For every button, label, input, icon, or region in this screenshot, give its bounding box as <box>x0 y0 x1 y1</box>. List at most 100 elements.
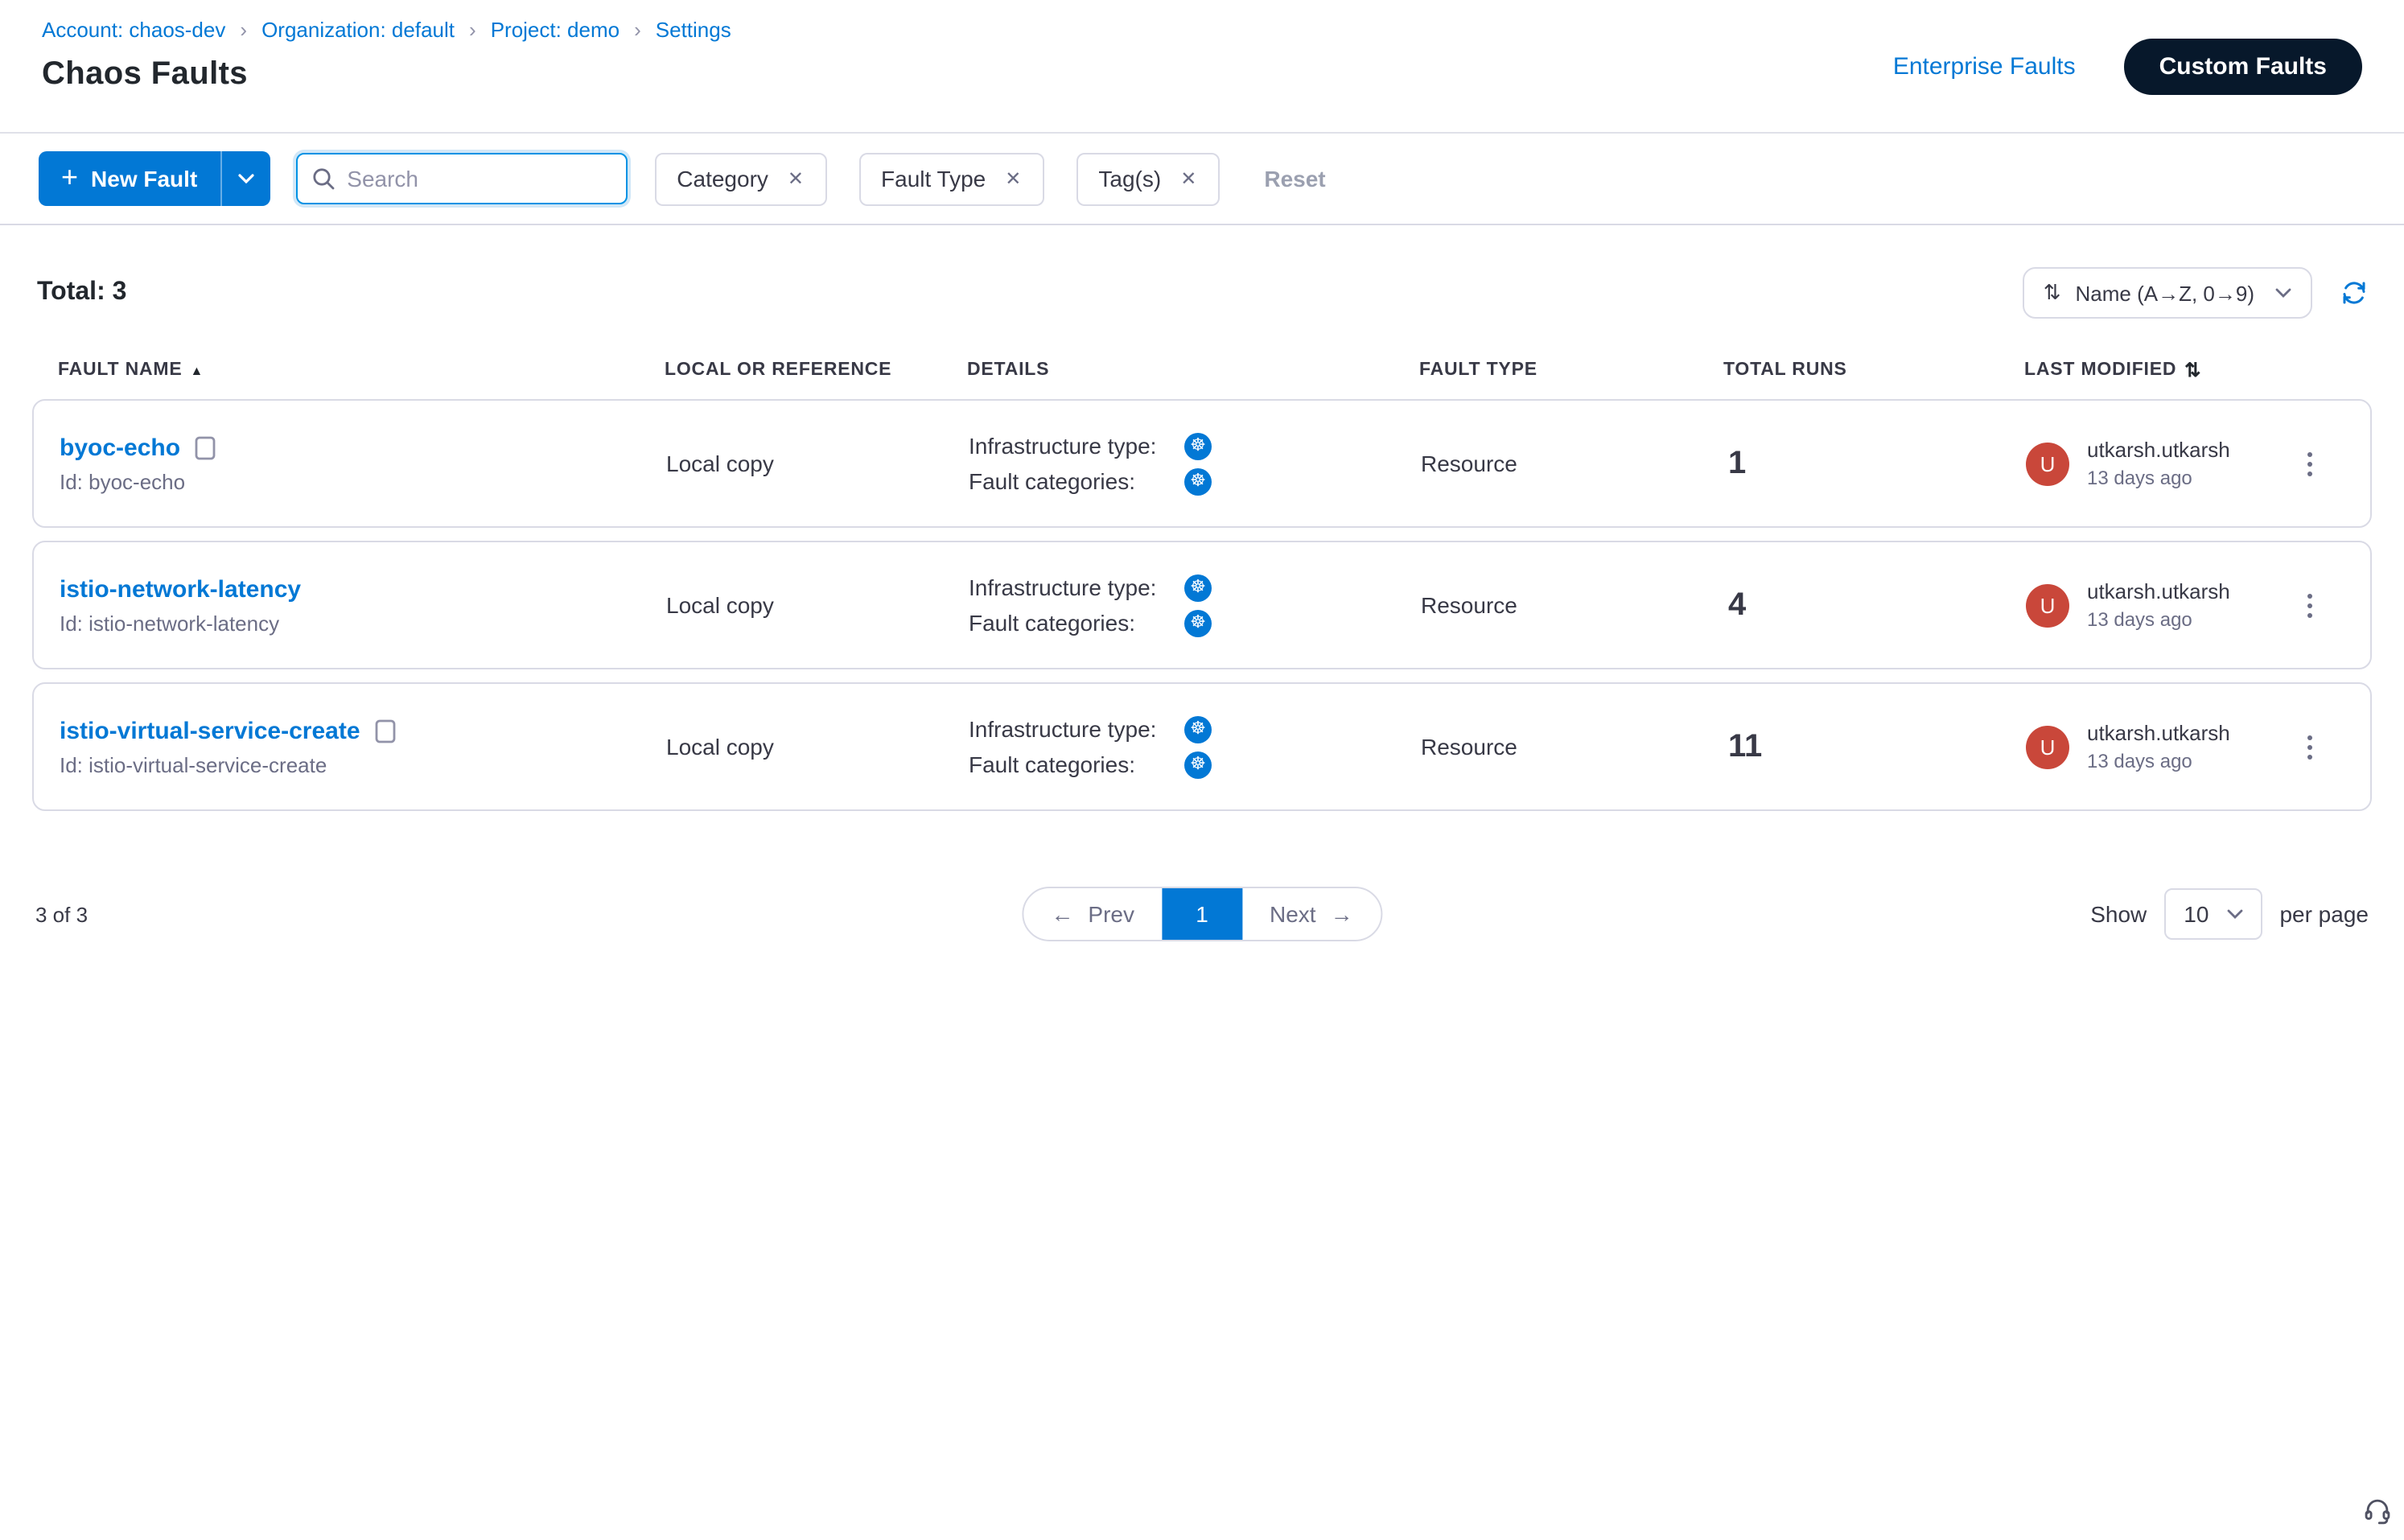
fault-row[interactable]: istio-network-latency Id: istio-network-… <box>32 541 2372 669</box>
avatar: U <box>2026 442 2069 485</box>
chevron-right-icon: › <box>634 19 641 40</box>
breadcrumb-account-link[interactable]: Account: chaos-dev <box>42 18 225 42</box>
chevron-down-icon <box>2275 288 2291 298</box>
new-fault-button-main[interactable]: + New Fault <box>39 151 221 206</box>
column-label: TOTAL RUNS <box>1723 360 1847 380</box>
breadcrumb-settings-link[interactable]: Settings <box>656 18 731 42</box>
new-fault-button[interactable]: + New Fault <box>39 151 270 206</box>
close-icon[interactable]: ✕ <box>788 167 804 190</box>
row-menu-icon[interactable] <box>2274 684 2344 809</box>
column-label: FAULT NAME <box>58 360 183 380</box>
last-modified-cell: U utkarsh.utkarsh 13 days ago <box>2026 579 2274 631</box>
breadcrumb-organization-link[interactable]: Organization: default <box>261 18 455 42</box>
breadcrumb: Account: chaos-dev › Organization: defau… <box>42 18 731 42</box>
breadcrumb-project-link[interactable]: Project: demo <box>491 18 620 42</box>
chip-label: Category <box>677 166 768 191</box>
fault-details: Infrastructure type: ☸ Fault categories:… <box>969 428 1421 499</box>
column-label: FAULT TYPE <box>1419 360 1537 380</box>
fault-name-cell: istio-network-latency Id: istio-network-… <box>60 575 666 635</box>
enterprise-faults-link[interactable]: Enterprise Faults <box>1893 53 2076 80</box>
row-menu-icon[interactable] <box>2274 542 2344 668</box>
reset-filters-button[interactable]: Reset <box>1264 166 1325 191</box>
chevron-down-icon <box>237 174 253 183</box>
prev-page-button[interactable]: ← Prev <box>1023 888 1162 940</box>
last-modified-cell: U utkarsh.utkarsh 13 days ago <box>2026 721 2274 772</box>
main-content: Total: 3 ⇅ Name (A→Z, 0→9) FAULT NAME <box>0 267 2404 943</box>
fault-name-link[interactable]: istio-virtual-service-create <box>60 717 360 744</box>
fault-id: Id: istio-virtual-service-create <box>60 752 666 776</box>
fault-rows: byoc-echo Id: byoc-echo Local copy Infra… <box>32 399 2372 811</box>
fault-name-link[interactable]: byoc-echo <box>60 434 180 461</box>
next-page-button[interactable]: Next → <box>1242 888 1381 940</box>
infrastructure-type-label: Infrastructure type: <box>969 716 1184 742</box>
page-number-button[interactable]: 1 <box>1162 888 1242 940</box>
pagination: 3 of 3 ← Prev 1 Next → Show 10 per page <box>32 885 2372 943</box>
sort-icon: ⇅ <box>2044 280 2061 306</box>
total-runs: 11 <box>1725 728 2026 765</box>
column-label: LOCAL OR REFERENCE <box>665 360 891 380</box>
fault-name-cell: istio-virtual-service-create Id: istio-v… <box>60 717 666 776</box>
chevron-right-icon: › <box>469 19 476 40</box>
search-box <box>295 153 627 204</box>
fault-name-link[interactable]: istio-network-latency <box>60 575 301 603</box>
fault-doc-icon <box>195 435 216 459</box>
fault-row[interactable]: byoc-echo Id: byoc-echo Local copy Infra… <box>32 399 2372 528</box>
fault-categories-label: Fault categories: <box>969 468 1184 494</box>
local-or-reference: Local copy <box>666 592 969 618</box>
sort-dropdown[interactable]: ⇅ Name (A→Z, 0→9) <box>2023 267 2312 319</box>
column-header-fault-name[interactable]: FAULT NAME ▲ <box>58 360 665 380</box>
custom-faults-button[interactable]: Custom Faults <box>2124 39 2362 95</box>
fault-details: Infrastructure type: ☸ Fault categories:… <box>969 711 1421 782</box>
filter-chips: Category ✕ Fault Type ✕ Tag(s) ✕ <box>654 152 1219 205</box>
infrastructure-type-label: Infrastructure type: <box>969 433 1184 459</box>
header-left: Account: chaos-dev › Organization: defau… <box>42 18 731 93</box>
arrow-right-icon: → <box>1331 901 1353 927</box>
plus-icon: + <box>61 163 78 191</box>
column-header-local-or-reference: LOCAL OR REFERENCE <box>665 360 967 380</box>
modified-time: 13 days ago <box>2087 750 2230 772</box>
kubernetes-icon: ☸ <box>1184 751 1212 778</box>
chevron-down-icon <box>2226 909 2242 919</box>
fault-type: Resource <box>1421 592 1725 618</box>
fault-type: Resource <box>1421 734 1725 760</box>
show-label: Show <box>2090 901 2147 927</box>
total-runs: 1 <box>1725 445 2026 482</box>
fault-doc-icon <box>375 719 396 743</box>
local-or-reference: Local copy <box>666 734 969 760</box>
close-icon[interactable]: ✕ <box>1180 167 1196 190</box>
column-label: DETAILS <box>967 360 1049 380</box>
prev-label: Prev <box>1088 901 1134 927</box>
sort-ascending-icon: ▲ <box>191 363 204 377</box>
fault-type: Resource <box>1421 451 1725 476</box>
page-header: Account: chaos-dev › Organization: defau… <box>0 0 2404 134</box>
filter-chip-fault-type[interactable]: Fault Type ✕ <box>858 152 1044 205</box>
close-icon[interactable]: ✕ <box>1005 167 1021 190</box>
page-size-select[interactable]: 10 <box>2164 888 2262 940</box>
fault-categories-label: Fault categories: <box>969 751 1184 777</box>
filter-chip-category[interactable]: Category ✕ <box>654 152 826 205</box>
total-count: Total: 3 <box>37 278 126 307</box>
fault-details: Infrastructure type: ☸ Fault categories:… <box>969 570 1421 640</box>
chip-label: Fault Type <box>881 166 986 191</box>
kubernetes-icon: ☸ <box>1184 432 1212 459</box>
per-page-label: per page <box>2279 901 2369 927</box>
modified-by: utkarsh.utkarsh <box>2087 579 2230 603</box>
refresh-icon[interactable] <box>2340 278 2369 307</box>
filter-chip-tags[interactable]: Tag(s) ✕ <box>1076 152 1219 205</box>
chip-label: Tag(s) <box>1098 166 1161 191</box>
support-headset-icon[interactable] <box>2362 1495 2393 1526</box>
column-label: LAST MODIFIED <box>2024 360 2176 380</box>
infrastructure-type-label: Infrastructure type: <box>969 574 1184 600</box>
header-right: Enterprise Faults Custom Faults <box>1893 39 2362 95</box>
new-fault-dropdown-button[interactable] <box>221 151 270 206</box>
fault-name-cell: byoc-echo Id: byoc-echo <box>60 434 666 493</box>
table-header: FAULT NAME ▲ LOCAL OR REFERENCE DETAILS … <box>32 359 2372 381</box>
fault-row[interactable]: istio-virtual-service-create Id: istio-v… <box>32 682 2372 811</box>
row-menu-icon[interactable] <box>2274 401 2344 526</box>
modified-by: utkarsh.utkarsh <box>2087 438 2230 462</box>
chevron-right-icon: › <box>240 19 247 40</box>
search-input[interactable] <box>295 153 627 204</box>
modified-time: 13 days ago <box>2087 467 2230 489</box>
column-header-last-modified[interactable]: LAST MODIFIED ⇅ <box>2024 359 2275 381</box>
avatar: U <box>2026 583 2069 627</box>
